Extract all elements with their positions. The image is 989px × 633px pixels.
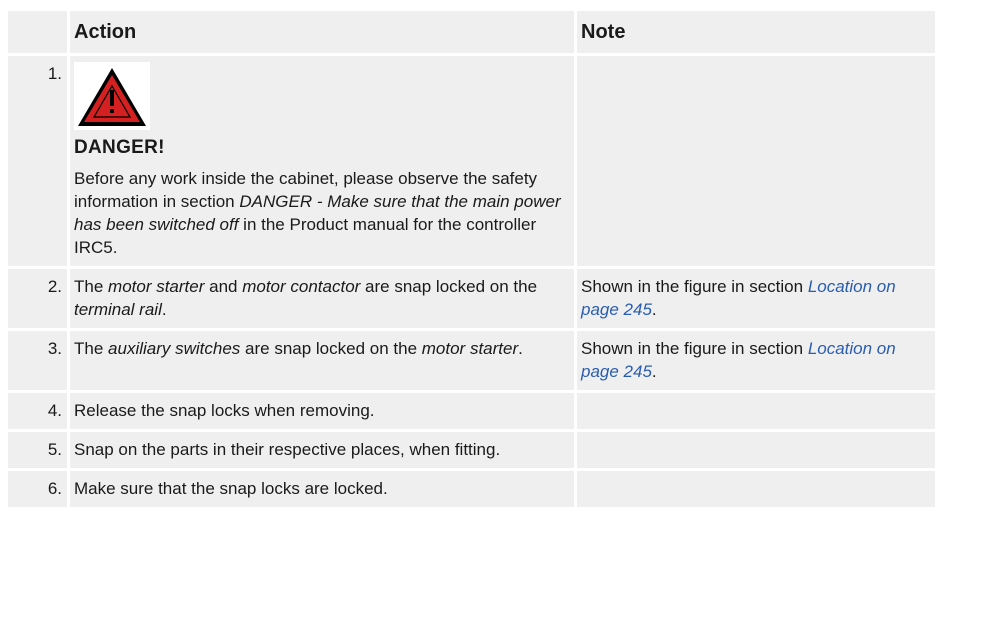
step-note: Shown in the figure in section Location … — [577, 269, 935, 328]
danger-title: DANGER! — [74, 137, 165, 158]
table-row: 5. Snap on the parts in their respective… — [8, 432, 935, 468]
step-action: The motor starter and motor contactor ar… — [70, 269, 574, 328]
step-action: Release the snap locks when removing. — [70, 393, 574, 429]
table-row: 4. Release the snap locks when removing. — [8, 393, 935, 429]
step-note: Shown in the figure in section Location … — [577, 331, 935, 390]
header-number — [8, 11, 67, 53]
step-note — [577, 393, 935, 429]
step-action: The auxiliary switches are snap locked o… — [70, 331, 574, 390]
header-note: Note — [577, 11, 935, 53]
step-action: Make sure that the snap locks are locked… — [70, 471, 574, 507]
step-number: 2. — [8, 269, 67, 328]
danger-warning-triangle-icon — [74, 62, 150, 130]
table-row: 3. The auxiliary switches are snap locke… — [8, 331, 935, 390]
table-row: 1. DANGER! Before any work inside the ca… — [8, 56, 935, 266]
step-number: 6. — [8, 471, 67, 507]
step-number: 3. — [8, 331, 67, 390]
step-note — [577, 56, 935, 266]
step-action: Snap on the parts in their respective pl… — [70, 432, 574, 468]
step-action: DANGER! Before any work inside the cabin… — [70, 56, 574, 266]
table-row: 6. Make sure that the snap locks are loc… — [8, 471, 935, 507]
header-action: Action — [70, 11, 574, 53]
step-number: 1. — [8, 56, 67, 266]
step-note — [577, 432, 935, 468]
header-row: Action Note — [8, 11, 935, 53]
step-number: 5. — [8, 432, 67, 468]
procedure-table: Action Note 1. DANGER! Before any work i… — [5, 8, 938, 510]
step-number: 4. — [8, 393, 67, 429]
step-note — [577, 471, 935, 507]
table-row: 2. The motor starter and motor contactor… — [8, 269, 935, 328]
danger-text: Before any work inside the cabinet, plea… — [74, 169, 561, 257]
